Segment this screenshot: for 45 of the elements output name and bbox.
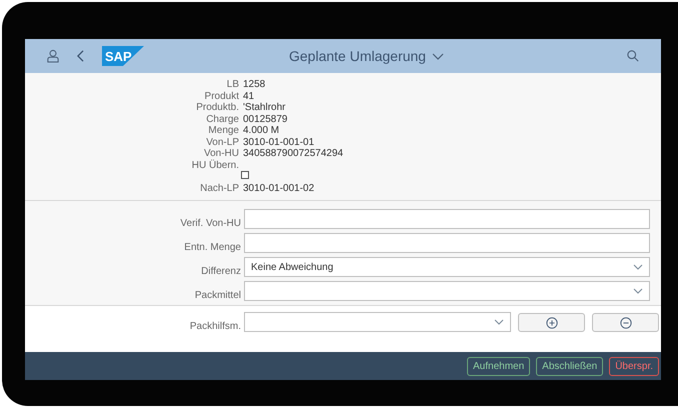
checkbox[interactable] <box>241 170 249 178</box>
remove-button[interactable] <box>592 313 659 332</box>
footer-button[interactable]: Aufnehmen <box>467 356 530 376</box>
field-label: Differenz <box>200 266 241 277</box>
logo: SAP <box>102 46 144 66</box>
field-label: HU Übern. <box>190 160 239 172</box>
search-icon[interactable] <box>627 50 639 62</box>
field-label: Packmittel <box>194 290 241 301</box>
dropdown-field[interactable] <box>244 312 511 332</box>
field-label: Verif. Von-HU <box>179 218 241 229</box>
chevron-down-icon <box>432 52 444 60</box>
dropdown-value: Keine Abweichung <box>251 262 334 272</box>
field-label: Charge <box>205 114 239 125</box>
field-label: Packhilfsm. <box>188 321 241 332</box>
field-label: LB <box>226 79 239 90</box>
field-value: 1258 <box>243 79 266 90</box>
field-value: 'Stahlrohr <box>243 102 286 114</box>
field-label: Menge <box>207 125 239 136</box>
field-label: Von-LP <box>205 136 239 148</box>
add-button[interactable] <box>518 313 585 332</box>
field-value: 41 <box>243 90 254 102</box>
field-value: 00125879 <box>243 114 288 125</box>
field-value: 3010-01-001-01 <box>243 136 314 148</box>
field-label: Produkt <box>204 90 239 102</box>
field-label: Von-HU <box>202 148 239 160</box>
field-value: 4.000 M <box>243 125 280 136</box>
footer-button[interactable]: Überspr. <box>609 356 659 376</box>
field-label: Produktb. <box>195 102 239 114</box>
chevron-down-icon <box>494 319 504 325</box>
footer-button[interactable]: Abschließen <box>536 356 604 376</box>
dropdown-field[interactable]: Keine Abweichung <box>244 257 650 277</box>
chevron-down-icon <box>633 264 643 270</box>
chevron-down-icon <box>633 288 643 294</box>
dropdown-field[interactable] <box>244 281 650 301</box>
field-value: 340588790072574294 <box>243 148 344 160</box>
user-icon[interactable] <box>47 49 59 63</box>
minus-circle-icon <box>620 316 632 328</box>
title-menu[interactable]: Geplante Umlagerung <box>267 48 627 64</box>
field-label: Entn. Menge <box>183 242 241 253</box>
field-value: 3010-01-001-02 <box>243 182 314 194</box>
plus-circle-icon <box>546 316 558 328</box>
field-label: Nach-LP <box>199 182 239 194</box>
input-field[interactable] <box>244 233 650 253</box>
input-field[interactable] <box>244 209 650 229</box>
back-icon[interactable] <box>77 50 84 62</box>
